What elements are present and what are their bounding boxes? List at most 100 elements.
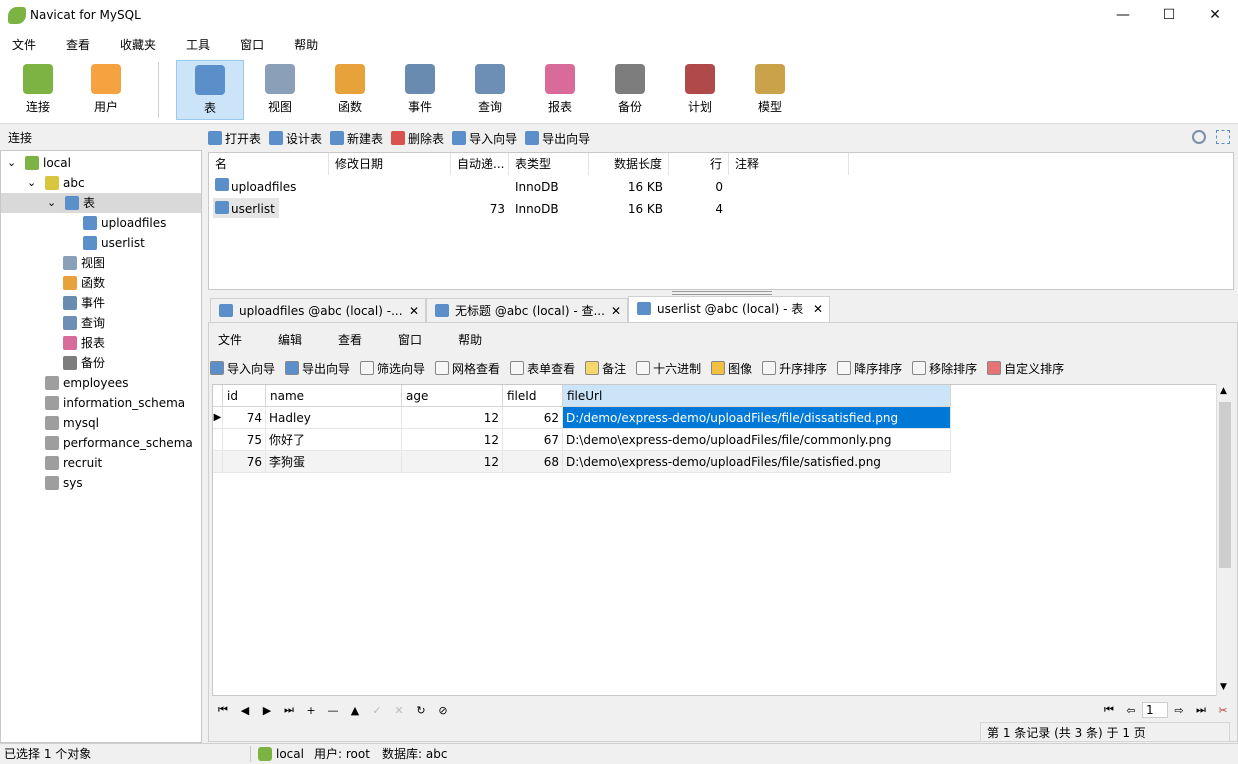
toolbar-button-backup[interactable]: 备份: [596, 60, 664, 120]
prev-record-icon[interactable]: ◀: [234, 704, 256, 717]
first-page-icon[interactable]: ⏮: [1098, 703, 1120, 717]
menu-file[interactable]: 文件: [0, 36, 48, 53]
cell-fileurl[interactable]: D:\demo\express-demo/uploadFiles/file/co…: [563, 429, 951, 451]
col-header-age[interactable]: age: [402, 385, 503, 407]
menu-tools[interactable]: 工具: [174, 36, 222, 53]
cell-fileurl[interactable]: D:/demo/express-demo/uploadFiles/file/di…: [563, 407, 951, 429]
toolbar-button-schedule[interactable]: 计划: [666, 60, 734, 120]
cell-name[interactable]: 李狗蛋: [266, 451, 402, 473]
grid-view-icon[interactable]: [1216, 130, 1230, 144]
menu-window[interactable]: 窗口: [228, 36, 276, 53]
last-record-icon[interactable]: ⏭: [278, 703, 300, 717]
splitter-handle[interactable]: [672, 291, 772, 295]
tree-item-performance_schema[interactable]: performance_schema: [45, 433, 193, 453]
import-wizard-button[interactable]: 导入向导: [452, 130, 517, 147]
tree-item-[interactable]: 报表: [63, 333, 105, 353]
prev-page-icon[interactable]: ⇦: [1120, 704, 1142, 717]
tree-item-[interactable]: 查询: [63, 313, 105, 333]
toolbar-button-query[interactable]: 查询: [456, 60, 524, 120]
chevron-down-icon[interactable]: ⌄: [47, 193, 56, 213]
tab-uploadfiles[interactable]: uploadfiles @abc (local) -... ✕: [210, 298, 426, 322]
custom-sort-button[interactable]: 自定义排序: [987, 360, 1064, 377]
remove-sort-button[interactable]: 移除排序: [912, 360, 977, 377]
toolbar-button-table[interactable]: 表: [176, 60, 244, 120]
hex-button[interactable]: 十六进制: [636, 360, 701, 377]
toolbar-button-function[interactable]: 函数: [316, 60, 384, 120]
last-page-icon[interactable]: ⏭: [1190, 703, 1212, 717]
col-header-modified[interactable]: 修改日期: [329, 153, 451, 175]
col-header-id[interactable]: id: [223, 385, 266, 407]
grid-view-button[interactable]: 网格查看: [435, 360, 500, 377]
tree-item-[interactable]: 函数: [63, 273, 105, 293]
settings-tool-icon[interactable]: ✂: [1212, 704, 1234, 717]
editor-menu-window[interactable]: 窗口: [390, 331, 430, 348]
import-wizard-button[interactable]: 导入向导: [210, 360, 275, 377]
cell-age[interactable]: 12: [402, 407, 503, 429]
col-header-fileurl[interactable]: fileUrl: [563, 385, 951, 407]
col-header-fileid[interactable]: fileId: [503, 385, 563, 407]
delete-record-icon[interactable]: —: [322, 704, 344, 717]
cell-name[interactable]: 你好了: [266, 429, 402, 451]
tree-item-recruit[interactable]: recruit: [45, 453, 102, 473]
tree-item-employees[interactable]: employees: [45, 373, 128, 393]
scroll-down-icon[interactable]: ▼: [1220, 682, 1227, 692]
col-header-data-length[interactable]: 数据长度: [589, 153, 669, 175]
cell-fileurl[interactable]: D:\demo\express-demo/uploadFiles/file/sa…: [563, 451, 951, 473]
tab-close-icon[interactable]: ✕: [409, 299, 419, 323]
chevron-down-icon[interactable]: ⌄: [27, 173, 36, 193]
toolbar-button-report[interactable]: 报表: [526, 60, 594, 120]
sort-descending-button[interactable]: 降序排序: [837, 360, 902, 377]
move-up-icon[interactable]: ▲: [344, 704, 366, 717]
col-header-auto-increment[interactable]: 自动递...: [451, 153, 509, 175]
toolbar-button-plug[interactable]: 连接: [4, 60, 72, 120]
col-header-engine[interactable]: 表类型: [509, 153, 589, 175]
export-wizard-button[interactable]: 导出向导: [525, 130, 590, 147]
apply-changes-icon[interactable]: ✓: [366, 704, 388, 717]
tab-userlist[interactable]: userlist @abc (local) - 表 ✕: [628, 296, 830, 322]
editor-menu-edit[interactable]: 编辑: [270, 331, 310, 348]
cell-id[interactable]: 74: [223, 407, 266, 429]
cell-fileid[interactable]: 68: [503, 451, 563, 473]
menu-help[interactable]: 帮助: [282, 36, 330, 53]
vertical-scrollbar[interactable]: ▲ ▼: [1216, 384, 1232, 696]
tab-close-icon[interactable]: ✕: [813, 297, 823, 321]
col-header-comment[interactable]: 注释: [729, 153, 849, 175]
col-header-rows[interactable]: 行: [669, 153, 729, 175]
stop-icon[interactable]: ⊘: [432, 704, 454, 717]
toolbar-button-event[interactable]: 事件: [386, 60, 454, 120]
tab-close-icon[interactable]: ✕: [611, 299, 621, 323]
scroll-thumb[interactable]: [1219, 402, 1231, 568]
scroll-up-icon[interactable]: ▲: [1220, 386, 1227, 396]
tree-item-abc[interactable]: abc: [45, 173, 85, 193]
maximize-button[interactable]: ☐: [1146, 0, 1192, 32]
form-view-button[interactable]: 表单查看: [510, 360, 575, 377]
refresh-icon[interactable]: ↻: [410, 704, 432, 717]
tree-item-mysql[interactable]: mysql: [45, 413, 99, 433]
next-record-icon[interactable]: ▶: [256, 704, 278, 717]
col-header-name[interactable]: name: [266, 385, 402, 407]
minimize-button[interactable]: —: [1100, 0, 1146, 32]
search-icon[interactable]: [1192, 130, 1206, 144]
col-header-name[interactable]: 名: [209, 153, 329, 175]
page-number-field[interactable]: 1: [1142, 702, 1168, 718]
next-page-icon[interactable]: ⇨: [1168, 704, 1190, 717]
menu-favorites[interactable]: 收藏夹: [108, 36, 168, 53]
image-button[interactable]: 图像: [711, 360, 752, 377]
tree-item-local[interactable]: local: [25, 153, 71, 173]
tree-item-information_schema[interactable]: information_schema: [45, 393, 185, 413]
editor-menu-file[interactable]: 文件: [210, 331, 250, 348]
new-table-button[interactable]: 新建表: [330, 130, 383, 147]
sort-ascending-button[interactable]: 升序排序: [762, 360, 827, 377]
tree-item-sys[interactable]: sys: [45, 473, 83, 493]
tab-untitled-query[interactable]: 无标题 @abc (local) - 查... ✕: [426, 298, 628, 322]
cell-age[interactable]: 12: [402, 451, 503, 473]
delete-table-button[interactable]: 删除表: [391, 130, 444, 147]
editor-menu-help[interactable]: 帮助: [450, 331, 490, 348]
tree-item-[interactable]: 表: [65, 193, 95, 213]
discard-changes-icon[interactable]: ✕: [388, 704, 410, 717]
toolbar-button-view[interactable]: 视图: [246, 60, 314, 120]
tree-item-[interactable]: 事件: [63, 293, 105, 313]
export-wizard-button[interactable]: 导出向导: [285, 360, 350, 377]
cell-fileid[interactable]: 62: [503, 407, 563, 429]
add-record-icon[interactable]: +: [300, 704, 322, 717]
